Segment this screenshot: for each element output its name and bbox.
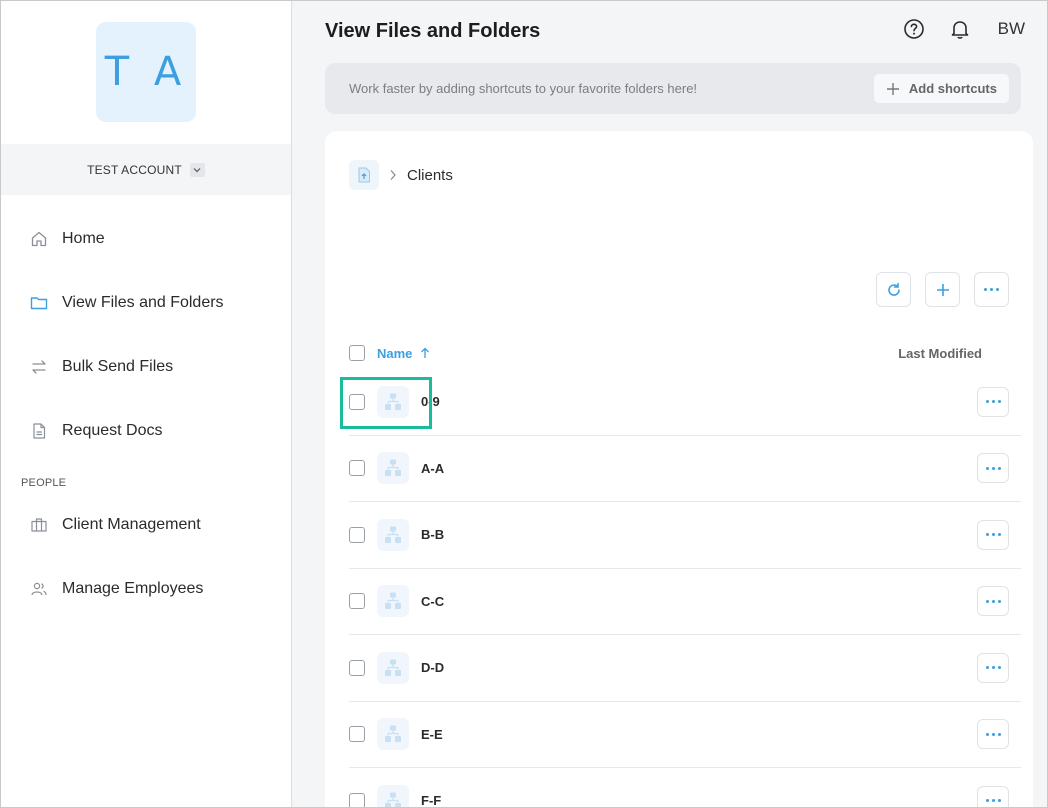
table-row[interactable]: A-A <box>349 436 1021 502</box>
table-row[interactable]: D-D <box>349 635 1021 702</box>
row-checkbox[interactable] <box>349 393 365 410</box>
sidebar-item-bulk-send[interactable]: Bulk Send Files <box>1 335 291 399</box>
sidebar-item-label: View Files and Folders <box>62 294 224 311</box>
hierarchy-folder-icon <box>377 718 409 751</box>
row-name[interactable]: A-A <box>421 461 444 476</box>
add-button[interactable] <box>925 272 960 307</box>
account-name: TEST ACCOUNT <box>87 162 182 177</box>
row-checkbox[interactable] <box>349 460 365 477</box>
sidebar-item-home[interactable]: Home <box>1 207 291 271</box>
bell-icon[interactable] <box>948 17 972 41</box>
row-more-button[interactable] <box>977 785 1009 807</box>
sidebar-item-label: Bulk Send Files <box>62 358 174 375</box>
folder-list: 0-9 A-A B-B C-C D-D E-E F-F <box>340 369 1021 807</box>
row-checkbox[interactable] <box>349 659 365 676</box>
sidebar-nav: Home View Files and Folders Bulk Send Fi… <box>1 195 291 621</box>
row-name[interactable]: B-B <box>421 527 444 542</box>
more-options-button[interactable] <box>974 272 1009 307</box>
row-checkbox[interactable] <box>349 726 365 743</box>
row-more-button[interactable] <box>977 586 1009 617</box>
account-switcher[interactable]: TEST ACCOUNT <box>1 144 291 195</box>
select-all-checkbox[interactable] <box>349 345 365 361</box>
hierarchy-folder-icon <box>377 784 409 807</box>
more-dots-icon <box>985 799 1001 803</box>
files-card: Clients Name Last Modified 0-9 A-A B-B C… <box>325 131 1033 807</box>
row-name[interactable]: 0-9 <box>421 394 440 409</box>
arrow-up-icon <box>421 347 430 358</box>
more-dots-icon <box>985 533 1001 537</box>
sidebar-item-manage-employees[interactable]: Manage Employees <box>1 557 291 621</box>
home-icon <box>31 231 47 247</box>
breadcrumb: Clients <box>349 160 453 190</box>
add-shortcuts-label: Add shortcuts <box>908 81 997 96</box>
shortcuts-message: Work faster by adding shortcuts to your … <box>349 81 698 96</box>
table-row[interactable]: B-B <box>349 502 1021 569</box>
hierarchy-folder-icon <box>377 518 409 551</box>
more-dots-icon <box>985 400 1001 404</box>
shortcuts-bar: Work faster by adding shortcuts to your … <box>325 63 1021 114</box>
user-menu[interactable]: BW <box>998 19 1025 39</box>
more-dots-icon <box>985 732 1001 736</box>
table-header: Name Last Modified <box>349 338 1009 368</box>
refresh-icon <box>887 282 900 296</box>
plus-icon <box>936 283 949 296</box>
folder-icon <box>30 297 48 310</box>
sidebar: T A TEST ACCOUNT Home View Files and Fol… <box>1 1 292 807</box>
refresh-button[interactable] <box>876 272 911 307</box>
row-name[interactable]: C-C <box>421 594 444 609</box>
plus-icon <box>886 82 899 95</box>
more-dots-icon <box>984 288 999 291</box>
column-last-modified[interactable]: Last Modified <box>898 346 982 361</box>
help-icon[interactable] <box>902 17 926 41</box>
row-more-button[interactable] <box>977 652 1009 683</box>
row-name[interactable]: F-F <box>421 793 441 807</box>
briefcase-icon <box>31 518 47 532</box>
chevron-down-icon[interactable] <box>189 162 205 177</box>
column-name-label: Name <box>377 345 413 361</box>
row-name[interactable]: D-D <box>421 660 444 675</box>
main-content: View Files and Folders BW Work faster by… <box>292 1 1047 807</box>
sort-by-name[interactable]: Name <box>377 346 430 361</box>
document-icon <box>33 423 46 439</box>
sidebar-item-client-management[interactable]: Client Management <box>1 493 291 557</box>
transfer-icon <box>32 360 46 374</box>
account-avatar[interactable]: T A <box>96 22 196 122</box>
hierarchy-folder-icon <box>377 585 409 618</box>
row-checkbox[interactable] <box>349 792 365 807</box>
row-more-button[interactable] <box>977 453 1009 484</box>
table-row[interactable]: C-C <box>349 569 1021 635</box>
add-shortcuts-button[interactable]: Add shortcuts <box>873 74 1009 103</box>
nav-section-people: PEOPLE <box>21 477 67 489</box>
row-checkbox[interactable] <box>349 526 365 543</box>
row-more-button[interactable] <box>977 519 1009 550</box>
table-row[interactable]: E-E <box>349 702 1021 768</box>
row-checkbox[interactable] <box>349 593 365 610</box>
row-more-button[interactable] <box>977 386 1009 417</box>
upload-icon[interactable] <box>349 160 379 190</box>
users-icon <box>31 582 47 596</box>
top-icons: BW <box>902 17 1025 41</box>
hierarchy-folder-icon <box>377 651 409 684</box>
more-dots-icon <box>985 466 1001 470</box>
breadcrumb-current[interactable]: Clients <box>407 167 453 184</box>
avatar-container: T A <box>1 1 291 144</box>
table-row[interactable]: 0-9 <box>340 369 1021 436</box>
sidebar-item-request-docs[interactable]: Request Docs <box>1 399 291 463</box>
more-dots-icon <box>985 599 1001 603</box>
row-name[interactable]: E-E <box>421 727 443 742</box>
sidebar-item-label: Client Management <box>62 516 201 533</box>
sidebar-item-view-files[interactable]: View Files and Folders <box>1 271 291 335</box>
sidebar-item-label: Manage Employees <box>62 580 204 597</box>
page-title: View Files and Folders <box>325 19 541 42</box>
table-row[interactable]: F-F <box>349 768 1021 807</box>
sidebar-item-label: Home <box>62 230 105 247</box>
files-toolbar <box>876 272 1009 307</box>
app-window: T A TEST ACCOUNT Home View Files and Fol… <box>0 0 1048 808</box>
hierarchy-folder-icon <box>377 452 409 485</box>
more-dots-icon <box>985 666 1001 670</box>
row-more-button[interactable] <box>977 719 1009 750</box>
chevron-right-icon <box>390 170 396 180</box>
hierarchy-folder-icon <box>377 385 409 418</box>
sidebar-item-label: Request Docs <box>62 422 163 439</box>
